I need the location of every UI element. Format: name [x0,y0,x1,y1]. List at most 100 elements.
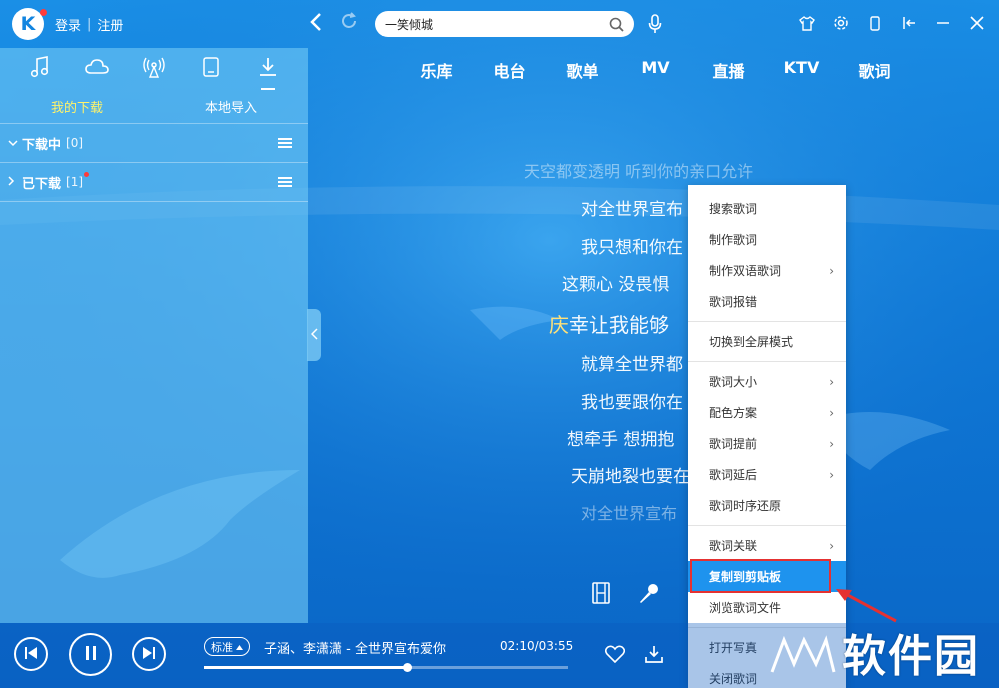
voice-search-icon[interactable] [648,14,662,38]
karaoke-mic-icon[interactable] [638,582,660,608]
phone-icon [203,57,219,81]
lyric-sung-part: 庆 [549,313,569,337]
menu-separator [688,361,846,362]
menu-item-make-bilingual-lyrics[interactable]: 制作双语歌词 › [688,255,846,286]
download-subtabs: 我的下载 本地导入 [0,90,308,124]
left-panel-tabs [0,48,308,90]
lyric-line: 这颗心 没畏惧 [562,275,670,295]
menu-item-fullscreen[interactable]: 切换到全屏模式 [688,326,846,357]
group-menu-icon[interactable] [278,175,292,190]
search-box[interactable] [375,11,634,37]
tab-lyrics[interactable]: 歌词 [838,58,911,82]
menu-item-link-lyrics[interactable]: 歌词关联 › [688,530,846,561]
new-item-dot [84,172,89,177]
collapse-window-icon[interactable] [901,14,917,32]
tab-radio[interactable] [139,54,169,84]
register-link[interactable]: 注册 [97,15,123,34]
group-name: 已下载 [22,176,62,192]
watermark: 软件园 [770,620,980,685]
group-downloading[interactable]: 下载中 [0] [0,124,308,163]
mini-mode-icon[interactable] [867,14,883,32]
chevron-right-icon: › [829,374,834,389]
search-input[interactable] [385,17,609,31]
play-time: 02:10/03:55 [500,639,574,653]
skin-icon[interactable] [799,14,815,32]
pause-icon [84,645,98,665]
menu-item-reset-timing[interactable]: 歌词时序还原 [688,490,846,521]
minimize-icon[interactable] [935,14,951,32]
tab-device[interactable] [196,54,226,84]
lyric-line: 就算全世界都 [581,355,683,375]
chevron-right-icon: › [829,467,834,482]
tab-cloud[interactable] [82,54,112,84]
lyrics-context-menu: 搜索歌词 制作歌词 制作双语歌词 › 歌词报错 切换到全屏模式 歌词大小 › 配色方… [688,185,846,688]
song-title: 子涵、李潇潇 - 全世界宣布爱你 [264,642,446,657]
tab-download[interactable] [253,54,283,90]
close-icon[interactable] [969,14,985,32]
group-name: 下载中 [22,137,62,153]
previous-track-icon [24,645,38,664]
settings-gear-icon[interactable] [833,14,849,32]
tab-music[interactable] [25,54,55,84]
login-link[interactable]: 登录 [55,15,81,34]
chevron-right-icon: › [829,405,834,420]
progress-bar[interactable] [204,663,568,672]
previous-button[interactable] [14,637,48,671]
lyric-line: 天崩地裂也要在 [571,467,690,487]
login-separator: | [87,17,92,32]
pause-button[interactable] [69,633,112,676]
main-nav-tabs: 乐库 电台 歌单 MV 直播 KTV 歌词 [400,58,911,82]
tab-ktv[interactable]: KTV [765,58,838,82]
tab-playlists[interactable]: 歌单 [546,58,619,82]
title-bar: K 登录 | 注册 [0,0,999,48]
quality-selector[interactable]: 标准 [204,637,250,656]
watermark-logo-icon [770,634,836,685]
chevron-right-icon: › [829,263,834,278]
menu-item-lyrics-size[interactable]: 歌词大小 › [688,366,846,397]
heart-icon[interactable] [604,645,626,667]
login-area: 登录 | 注册 [55,15,123,34]
refresh-icon[interactable] [340,12,358,35]
panel-collapse-handle[interactable] [307,309,321,361]
lyric-toolbar [592,582,660,608]
download-icon [258,57,278,81]
menu-item-search-lyrics[interactable]: 搜索歌词 [688,193,846,224]
menu-item-color-scheme[interactable]: 配色方案 › [688,397,846,428]
tab-live[interactable]: 直播 [692,58,765,82]
group-count: [1] [66,175,84,189]
film-icon[interactable] [592,582,610,608]
tab-library[interactable]: 乐库 [400,58,473,82]
menu-separator [688,525,846,526]
chevron-down-icon [8,137,20,150]
menu-item-lyrics-advance[interactable]: 歌词提前 › [688,428,846,459]
subtab-my-downloads[interactable]: 我的下载 [0,97,154,116]
search-icon[interactable] [609,17,624,32]
left-panel: 我的下载 本地导入 下载中 [0] 已下载 [1] [0,48,308,623]
next-button[interactable] [132,637,166,671]
menu-item-make-lyrics[interactable]: 制作歌词 [688,224,846,255]
tab-radio-station[interactable]: 电台 [473,58,546,82]
group-menu-icon[interactable] [278,136,292,151]
menu-item-browse-lyrics-file[interactable]: 浏览歌词文件 [688,592,846,623]
menu-item-report-lyrics[interactable]: 歌词报错 [688,286,846,317]
window-controls [799,14,985,32]
group-downloaded[interactable]: 已下载 [1] [0,163,308,202]
lyric-line: 想牵手 想拥抱 [567,430,675,450]
back-arrow-icon[interactable] [310,12,322,37]
download-song-icon[interactable] [645,645,663,667]
lyric-line: 对全世界宣布 [581,200,683,220]
notification-dot [40,9,47,16]
lyric-line: 对全世界宣布 [581,504,678,523]
subtab-local-import[interactable]: 本地导入 [154,97,308,116]
chevron-right-icon: › [829,538,834,553]
annotation-highlight-box [690,559,831,593]
menu-item-lyrics-delay[interactable]: 歌词延后 › [688,459,846,490]
cloud-icon [85,59,109,79]
menu-separator [688,321,846,322]
tab-mv[interactable]: MV [619,58,692,82]
progress-fill [204,666,408,669]
radio-antenna-icon [143,56,165,82]
chevron-right-icon: › [829,436,834,451]
lyric-line: 我也要跟你在 [581,393,683,413]
group-count: [0] [66,136,84,150]
